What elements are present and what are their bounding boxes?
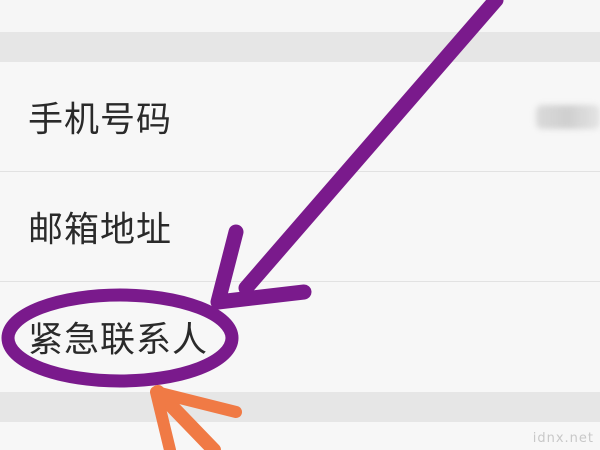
phone-number-value-masked (536, 104, 600, 129)
phone-number-label: 手机号码 (28, 100, 173, 140)
settings-row-emergency-contact[interactable]: 紧急联系人 (0, 282, 600, 392)
emergency-contact-label: 紧急联系人 (28, 320, 209, 361)
section-divider (0, 32, 600, 62)
settings-row-email-address[interactable]: 邮箱地址 (0, 172, 600, 282)
watermark: idnx.net (532, 431, 594, 446)
settings-list: 手机号码 邮箱地址 紧急联系人 (0, 62, 600, 392)
section-divider (0, 392, 600, 422)
email-address-label: 邮箱地址 (28, 210, 173, 250)
bottom-section-strip (0, 422, 600, 450)
settings-row-phone-number[interactable]: 手机号码 (0, 62, 600, 172)
top-section-strip (0, 0, 600, 32)
